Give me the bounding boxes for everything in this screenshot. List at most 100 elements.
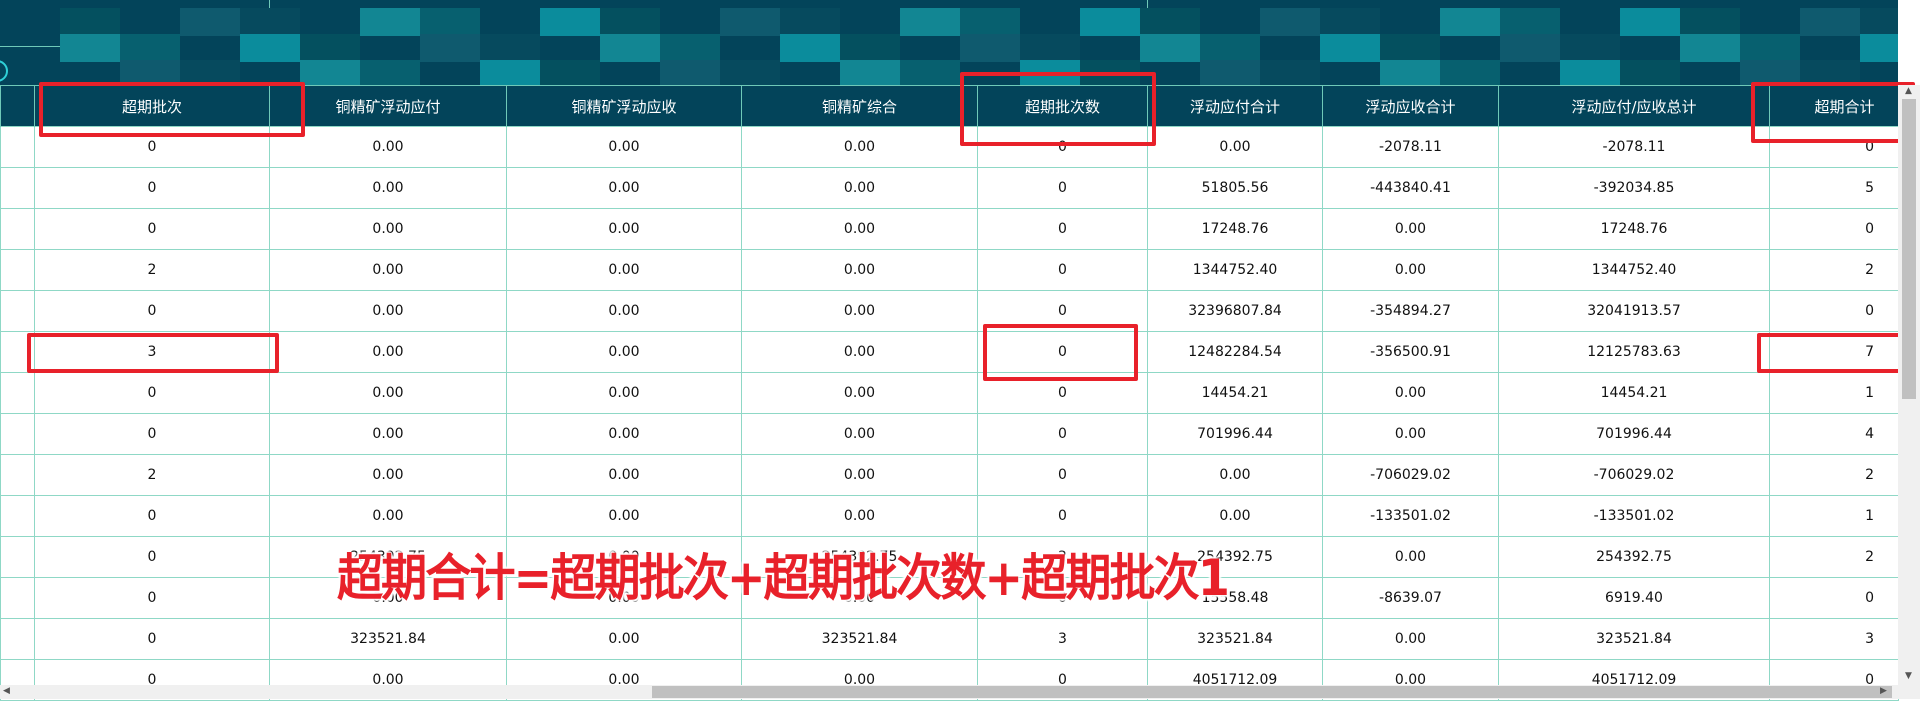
mosaic-block — [1500, 8, 1560, 36]
vertical-scrollbar[interactable]: ▲ ▼ — [1898, 85, 1920, 685]
highlight-box — [27, 333, 279, 373]
table-cell: 0.00 — [741, 331, 978, 373]
table-cell: 0.00 — [741, 167, 978, 209]
table-cell: 0.00 — [741, 372, 978, 414]
table-cell: 2 — [34, 454, 270, 496]
mosaic-block — [780, 34, 840, 62]
table-cell: 0 — [977, 208, 1148, 250]
table-cell: 0.00 — [269, 249, 507, 291]
scroll-right-icon[interactable]: ▶ — [1880, 686, 1887, 696]
mosaic-block — [660, 60, 720, 86]
column-header[interactable]: 铜精矿综合 — [741, 85, 978, 127]
circle-icon[interactable] — [0, 60, 8, 82]
highlight-box — [983, 324, 1138, 381]
table-cell: 5 — [1769, 167, 1899, 209]
table-cell: 1344752.40 — [1498, 249, 1770, 291]
mosaic-block — [1140, 8, 1200, 36]
table-cell — [0, 208, 35, 250]
mosaic-block — [1560, 60, 1620, 86]
table-row[interactable]: 0 0.00 0.00 0.00 0 14454.21 0.00 14454.21 1 — [0, 372, 1899, 414]
table-row[interactable]: 0 0.00 0.00 0.00 0 701996.44 0.00 701996.44 4 — [0, 413, 1899, 455]
table-row[interactable]: 2 0.00 0.00 0.00 0 1344752.40 0.00 1344752.40 2 — [0, 249, 1899, 291]
table-cell: 0.00 — [269, 454, 507, 496]
table-row[interactable]: 0 0.00 0.00 0.00 0 17248.76 0.00 17248.76 0 — [0, 208, 1899, 250]
table-cell: -706029.02 — [1322, 454, 1499, 496]
table-cell: 0.00 — [506, 618, 742, 660]
table-cell — [0, 454, 35, 496]
table-cell: 701996.44 — [1147, 413, 1323, 455]
table-cell: 0 — [34, 577, 270, 619]
mosaic-block — [480, 34, 540, 62]
table-cell: 0.00 — [506, 249, 742, 291]
table-cell: 0.00 — [1147, 454, 1323, 496]
horizontal-scrollbar[interactable]: ◀ ▶ — [0, 685, 1920, 699]
mosaic-block — [1080, 8, 1140, 36]
table-row[interactable]: 3 0.00 0.00 0.00 0 12482284.54 -356500.91 12125… — [0, 331, 1899, 373]
mosaic-block — [1680, 8, 1740, 36]
scroll-up-icon[interactable]: ▲ — [1905, 86, 1912, 96]
column-header[interactable]: 铜精矿浮动应付 — [269, 85, 507, 127]
table-cell: 0 — [1769, 290, 1899, 332]
column-header[interactable]: 浮动应收合计 — [1322, 85, 1499, 127]
table-cell: 0.00 — [741, 495, 978, 537]
scroll-down-icon[interactable]: ▼ — [1905, 671, 1912, 681]
table-cell: 3 — [977, 618, 1148, 660]
table-row[interactable]: 0 0.00 0.00 0.00 0 51805.56 -443840.41 -392034.… — [0, 167, 1899, 209]
table-cell: 32041913.57 — [1498, 290, 1770, 332]
table-cell: 0.00 — [741, 454, 978, 496]
table-cell: 0.00 — [506, 413, 742, 455]
table-cell: 0.00 — [506, 167, 742, 209]
table-cell: 12125783.63 — [1498, 331, 1770, 373]
table-cell: 323521.84 — [1147, 618, 1323, 660]
table-cell: 0.00 — [506, 290, 742, 332]
mosaic-block — [420, 8, 480, 36]
table-cell: 2 — [1769, 249, 1899, 291]
table-cell: 0.00 — [506, 208, 742, 250]
column-header[interactable]: 铜精矿浮动应收 — [506, 85, 742, 127]
table-cell: 12482284.54 — [1147, 331, 1323, 373]
table-row[interactable]: 0 323521.84 0.00 323521.84 3 323521.84 0.00 323… — [0, 618, 1899, 660]
scrollbar-thumb[interactable] — [652, 686, 1892, 698]
mosaic-block — [1200, 34, 1260, 62]
table-cell: 0.00 — [269, 290, 507, 332]
table-cell — [0, 577, 35, 619]
column-header[interactable]: 浮动应付/应收总计 — [1498, 85, 1770, 127]
annotation-text: 超期合计=超期批次+超期批次数+超期批次1 — [337, 549, 1230, 607]
mosaic-block — [1440, 8, 1500, 36]
mosaic-block — [1440, 60, 1500, 86]
mosaic-block — [1800, 8, 1860, 36]
table-row[interactable]: 0 0.00 0.00 0.00 0 0.00 -133501.02 -133501.02 1 — [0, 495, 1899, 537]
table-row[interactable]: 0 0.00 0.00 0.00 0 32396807.84 -354894.27 32041… — [0, 290, 1899, 332]
mosaic-block — [720, 60, 780, 86]
table-cell: 0 — [34, 618, 270, 660]
divider — [0, 46, 60, 47]
table-cell — [0, 290, 35, 332]
highlight-box — [1757, 333, 1914, 373]
table-cell: -8639.07 — [1322, 577, 1499, 619]
mosaic-block — [540, 8, 600, 36]
table-cell: 0.00 — [1147, 126, 1323, 168]
mosaic-block — [720, 8, 780, 36]
table-row[interactable]: 2 0.00 0.00 0.00 0 0.00 -706029.02 -706029.02 2 — [0, 454, 1899, 496]
table-cell: 323521.84 — [741, 618, 978, 660]
table-cell — [0, 413, 35, 455]
mosaic-block — [1680, 34, 1740, 62]
highlight-box — [960, 72, 1156, 146]
table-cell: 1 — [1769, 495, 1899, 537]
mosaic-block — [300, 34, 360, 62]
table-cell: 0 — [34, 208, 270, 250]
scrollbar-thumb[interactable] — [1902, 99, 1916, 399]
scroll-left-icon[interactable]: ◀ — [3, 686, 10, 696]
blurred-banner — [0, 0, 1898, 86]
table-cell: -706029.02 — [1498, 454, 1770, 496]
column-header[interactable] — [0, 85, 35, 127]
table-cell: 17248.76 — [1147, 208, 1323, 250]
table-cell: 0 — [34, 372, 270, 414]
column-header[interactable]: 浮动应付合计 — [1147, 85, 1323, 127]
table-cell: 14454.21 — [1498, 372, 1770, 414]
mosaic-block — [660, 34, 720, 62]
table-cell — [0, 167, 35, 209]
table-cell: 0.00 — [269, 495, 507, 537]
mosaic-block — [900, 8, 960, 36]
table-cell: 0.00 — [506, 126, 742, 168]
